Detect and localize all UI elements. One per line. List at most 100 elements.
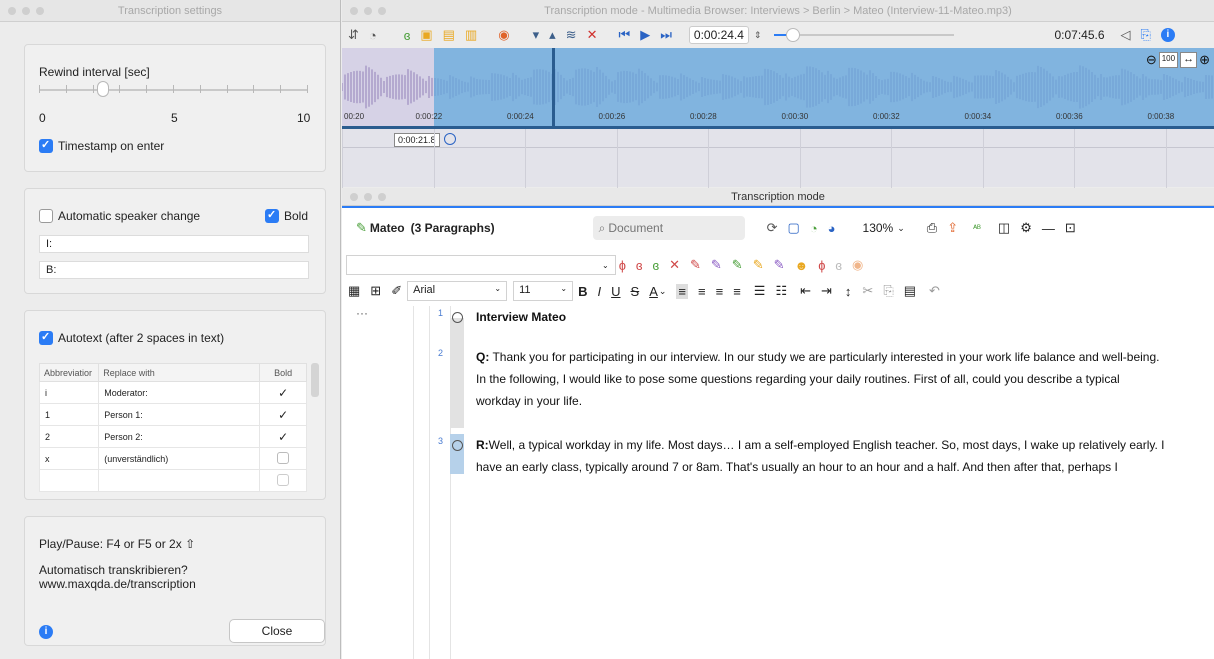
copy-icon[interactable]: ⎘ xyxy=(883,283,893,299)
underline-icon[interactable]: U xyxy=(611,284,620,299)
export-icon[interactable]: ⎘ xyxy=(1141,27,1151,43)
check-icon[interactable]: ✓ xyxy=(278,386,288,400)
align-center-icon[interactable]: ≡ xyxy=(698,284,706,299)
playback-slider[interactable] xyxy=(774,28,955,42)
autotext-checkbox[interactable] xyxy=(39,330,53,345)
line-spacing-icon[interactable]: ↕ xyxy=(845,284,852,299)
ellipsis-menu[interactable]: ··· xyxy=(356,306,368,320)
row-abbreviation[interactable]: x xyxy=(38,447,100,470)
row-replace[interactable]: (unverständlich) xyxy=(98,447,261,470)
row-bold-cell[interactable] xyxy=(259,447,307,470)
highlighter-green-icon[interactable]: ✎ xyxy=(732,257,743,273)
timestamp-clock-icon[interactable] xyxy=(452,440,463,451)
zoom-100-icon[interactable]: 100 xyxy=(1158,52,1179,68)
chevron-down-icon[interactable]: ⌄ xyxy=(897,223,905,234)
timestamp-add-icon[interactable]: ◔ xyxy=(810,221,818,236)
timestamp-checkbox[interactable] xyxy=(39,138,53,153)
memo-next-icon[interactable]: ▥ xyxy=(465,27,477,43)
undo-icon[interactable]: ↶ xyxy=(929,283,940,299)
text-color-chevron-icon[interactable]: ⌄ xyxy=(659,286,667,297)
paragraph-line[interactable]: Q: Thank you for participating in our in… xyxy=(476,346,1159,368)
volume-icon[interactable]: ◁ xyxy=(1121,27,1131,43)
paragraph-line[interactable]: R:Well, a typical workday in my life. Mo… xyxy=(476,434,1165,456)
highlighter-red-icon[interactable]: ✎ xyxy=(690,257,701,273)
zoom-select[interactable]: 130% xyxy=(863,221,894,235)
sort-icon[interactable]: ⇵ xyxy=(348,27,359,43)
indent-icon[interactable]: ⇥ xyxy=(821,283,832,299)
collapse-icon[interactable]: ⊡ xyxy=(1065,220,1076,236)
row-bold-cell[interactable]: ✓ xyxy=(259,381,307,404)
autotext-row[interactable]: Autotext (after 2 spaces in text) xyxy=(39,330,224,345)
italic-icon[interactable]: I xyxy=(598,284,602,299)
table-row[interactable]: 2 Person 2: ✓ xyxy=(38,425,307,448)
search-input[interactable] xyxy=(608,221,729,235)
timestamp-checkbox-row[interactable]: Timestamp on enter xyxy=(39,138,164,153)
outdent-icon[interactable]: ⇤ xyxy=(800,283,811,299)
table-row-empty[interactable] xyxy=(38,469,307,492)
row-abbreviation[interactable]: i xyxy=(38,381,100,404)
play-icon[interactable]: ▶ xyxy=(640,27,650,43)
row-replace[interactable]: Person 2: xyxy=(98,425,261,448)
skip-back-icon[interactable]: ⏮ xyxy=(618,27,630,43)
comment-icon[interactable]: ◉ xyxy=(498,27,509,43)
minimize-icon[interactable]: — xyxy=(1042,221,1055,236)
timestamp-clock-icon[interactable] xyxy=(452,312,463,323)
paragraph-line[interactable]: Interview Mateo xyxy=(476,306,566,328)
media-frame-icon[interactable]: ▢ xyxy=(788,220,800,236)
print-icon[interactable]: ⎙ xyxy=(927,220,937,236)
row-abbreviation[interactable]: 1 xyxy=(38,403,100,426)
table-row[interactable]: i Moderator: ✓ xyxy=(38,381,307,404)
table-row[interactable]: x (unverständlich) xyxy=(38,447,307,470)
timer-icon[interactable]: ◔ xyxy=(369,28,377,43)
edit-icon[interactable]: ✎ xyxy=(356,220,367,236)
code-assign-icon[interactable]: ɞ xyxy=(636,258,643,273)
table-scrollbar[interactable] xyxy=(311,363,319,397)
align-right-icon[interactable]: ≡ xyxy=(716,284,724,299)
speed-slow-icon[interactable]: ▾ xyxy=(533,27,540,43)
bold-row[interactable]: Bold xyxy=(265,208,308,223)
speaker-field-1[interactable]: I: xyxy=(39,235,309,253)
memo-forward-icon[interactable]: ▤ xyxy=(443,27,455,43)
zoom-in-icon[interactable]: ⊕ xyxy=(1199,52,1210,68)
code-remove-icon[interactable]: ✕ xyxy=(669,257,680,273)
speaker-change-row[interactable]: Automatic speaker change xyxy=(39,209,200,223)
symbol-icon[interactable]: ɸ xyxy=(818,258,825,273)
emoji-icon[interactable]: ☻ xyxy=(795,258,809,273)
col-bold[interactable]: Bold xyxy=(259,363,307,382)
text-color-icon[interactable]: A xyxy=(649,284,658,299)
row-abbreviation[interactable]: 2 xyxy=(38,425,100,448)
col-abbreviation[interactable]: Abbreviatior xyxy=(38,363,100,382)
waveform-remove-icon[interactable]: ✕ xyxy=(587,27,598,43)
close-button[interactable]: Close xyxy=(229,619,325,643)
strikethrough-icon[interactable]: S xyxy=(631,284,640,299)
timestamp-list-icon[interactable]: ◕ xyxy=(828,221,836,236)
bold-checkbox[interactable] xyxy=(265,208,279,223)
checkbox-empty-icon[interactable] xyxy=(277,451,290,464)
waveform-icon[interactable]: ≋ xyxy=(566,27,577,43)
font-select[interactable]: Arial ⌄ xyxy=(407,281,508,301)
paste-icon[interactable]: ▤ xyxy=(904,283,916,299)
row-replace[interactable]: Moderator: xyxy=(98,381,261,404)
search-box[interactable]: ⌕ xyxy=(592,216,745,240)
check-icon[interactable]: ✓ xyxy=(278,430,288,444)
time-stepper-icon[interactable]: ⇕ xyxy=(754,30,762,41)
refresh-icon[interactable]: ⟳ xyxy=(767,220,778,236)
align-justify-icon[interactable]: ≡ xyxy=(733,284,741,299)
gear-icon[interactable]: ⚙ xyxy=(1020,220,1032,236)
row-bold-cell[interactable]: ✓ xyxy=(259,425,307,448)
rewind-slider-knob[interactable] xyxy=(97,81,110,97)
code-red-icon[interactable]: ɸ xyxy=(619,258,626,273)
code-add-icon[interactable]: ɞ xyxy=(404,28,411,43)
highlighter-purple-icon[interactable]: ✎ xyxy=(711,257,722,273)
row-replace[interactable]: Person 1: xyxy=(98,403,261,426)
playback-knob[interactable] xyxy=(786,28,801,42)
info-icon[interactable]: i xyxy=(39,625,53,639)
table-row[interactable]: 1 Person 1: ✓ xyxy=(38,403,307,426)
row-bold-cell[interactable]: ✓ xyxy=(259,403,307,426)
current-time[interactable]: 0:00:24.4 xyxy=(688,26,749,44)
code-select[interactable] xyxy=(346,255,616,275)
col-replace[interactable]: Replace with xyxy=(98,363,261,382)
highlighter-violet-icon[interactable]: ✎ xyxy=(774,257,785,273)
split-view-icon[interactable]: ◫ xyxy=(998,220,1010,236)
speaker-field-2[interactable]: B: xyxy=(39,261,309,279)
